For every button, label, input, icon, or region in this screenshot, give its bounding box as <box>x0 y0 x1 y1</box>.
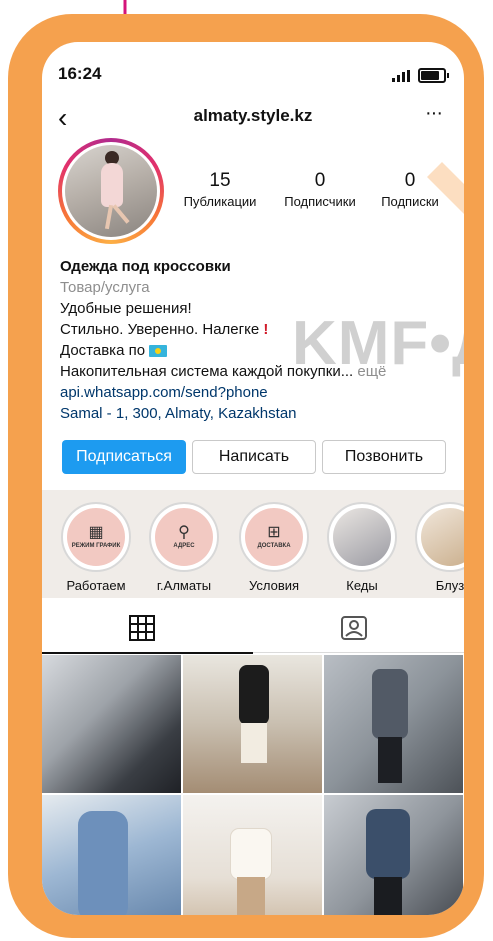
post-thumbnail[interactable] <box>183 655 322 793</box>
highlight-schedule-icon-text: РЕЖИМ ГРАФИК <box>71 543 121 549</box>
stat-posts[interactable]: 15 Публикации <box>170 170 270 209</box>
tagged-tab-icon[interactable] <box>340 614 368 642</box>
profile-header: ‹ almaty.style.kz ··· <box>42 102 464 132</box>
sneakers-photo <box>333 508 391 566</box>
post-thumbnail[interactable] <box>324 655 463 793</box>
highlight-address-label: г.Алматы <box>156 578 212 593</box>
stat-posts-count: 15 <box>209 170 231 191</box>
signal-icon <box>392 70 410 82</box>
stat-following-count: 0 <box>404 170 416 191</box>
phone-screen: 16:24 ‹ almaty.style.kz ··· 15 Публикаци… <box>42 42 464 915</box>
post-thumbnail[interactable] <box>324 795 463 915</box>
highlight-address[interactable]: ⚲ АДРЕС г.Алматы <box>148 502 220 593</box>
exclamation-icon: ! <box>263 321 269 338</box>
status-bar: 16:24 <box>42 64 464 88</box>
profile-username: almaty.style.kz <box>193 106 313 125</box>
profile-tabs <box>42 604 464 654</box>
stat-following[interactable]: 0 Подписки <box>360 170 460 209</box>
call-button[interactable]: Позвонить <box>322 440 446 474</box>
status-time: 16:24 <box>58 64 102 83</box>
bio-address-link[interactable]: Samal - 1, 300, Almaty, Kazakhstan <box>60 403 450 424</box>
highlight-delivery[interactable]: ⊞ ДОСТАВКА Условия <box>238 502 310 593</box>
stat-followers-label: Подписчики <box>284 194 356 209</box>
more-options-icon[interactable]: ··· <box>425 102 443 125</box>
stat-following-label: Подписки <box>381 194 439 209</box>
highlight-blouse[interactable]: Блуз <box>414 502 464 593</box>
kazakhstan-flag-icon <box>149 345 168 358</box>
highlight-sneakers-label: Кеды <box>346 578 378 593</box>
message-button[interactable]: Написать <box>192 440 316 474</box>
stat-followers-count: 0 <box>314 170 326 191</box>
highlight-address-icon-text: АДРЕС <box>173 543 195 549</box>
watermark-text: KMF•Д <box>292 309 464 378</box>
highlight-delivery-icon-text: ДОСТАВКА <box>257 543 291 549</box>
grid-tab-icon[interactable] <box>128 614 156 642</box>
post-thumbnail[interactable] <box>42 795 181 915</box>
calendar-icon: ▦ <box>88 524 104 541</box>
bio-line-2-text: Стильно. Уверенно. Налегке <box>60 321 260 338</box>
follow-button[interactable]: Подписаться <box>62 440 186 474</box>
highlight-delivery-label: Условия <box>248 578 300 593</box>
bio-line-3-text: Доставка по <box>60 342 146 359</box>
active-tab-indicator <box>42 652 253 654</box>
blouse-photo <box>421 508 464 566</box>
post-thumbnail[interactable] <box>42 655 181 793</box>
location-pin-icon: ⚲ <box>178 524 190 541</box>
stat-posts-label: Публикации <box>183 194 257 209</box>
stat-followers[interactable]: 0 Подписчики <box>270 170 370 209</box>
post-thumbnail[interactable] <box>183 795 322 915</box>
bio-category: Товар/услуга <box>60 279 150 296</box>
avatar[interactable] <box>58 138 164 244</box>
cart-icon: ⊞ <box>267 524 281 541</box>
highlight-sneakers[interactable]: Кеды <box>326 502 398 593</box>
bio-name: Одежда под кроссовки <box>60 258 231 275</box>
bio-website-link[interactable]: api.whatsapp.com/send?phone <box>60 382 450 403</box>
tab-divider <box>253 652 464 653</box>
avatar-photo <box>65 145 157 237</box>
highlight-schedule[interactable]: ▦ РЕЖИМ ГРАФИК Работаем <box>60 502 132 593</box>
battery-icon <box>418 68 449 83</box>
highlight-blouse-label: Блуз <box>435 578 464 593</box>
highlight-schedule-label: Работаем <box>66 578 126 593</box>
